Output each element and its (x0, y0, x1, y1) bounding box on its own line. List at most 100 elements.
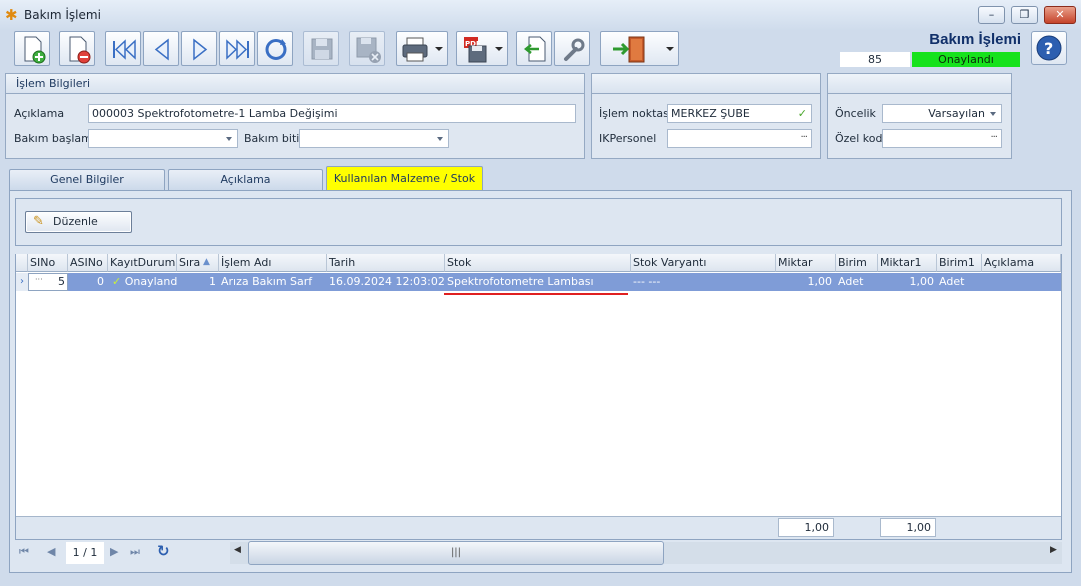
chevron-down-icon[interactable] (437, 137, 443, 141)
column-header-label: Sıra (179, 256, 201, 269)
chevron-down-icon[interactable] (226, 137, 232, 141)
print-icon (402, 37, 428, 62)
page-indicator: 1 / 1 (66, 542, 104, 564)
chevron-down-icon[interactable] (990, 112, 996, 116)
ikpersonel-field[interactable]: ··· (667, 129, 812, 148)
miktar-total: 1,00 (778, 518, 834, 537)
column-header[interactable]: Birim1 (937, 254, 982, 272)
cancel-save-button[interactable] (349, 31, 385, 66)
import-button[interactable] (516, 31, 552, 66)
last-page-icon[interactable]: ⏭ (130, 545, 140, 559)
close-button[interactable]: ✕ (1044, 6, 1076, 24)
column-header[interactable]: Açıklama (982, 254, 1061, 272)
column-header[interactable]: ASINo (68, 254, 108, 272)
previous-record-button[interactable] (143, 31, 179, 66)
first-record-button[interactable] (105, 31, 141, 66)
status-badge: Onaylandı (912, 52, 1020, 67)
highlight-underline (444, 293, 628, 295)
group-header (592, 74, 820, 94)
new-document-icon (24, 36, 46, 64)
duzenle-label: Düzenle (53, 215, 98, 228)
chevron-down-icon[interactable] (435, 47, 443, 51)
ozel-kod-label: Özel kod (835, 132, 883, 145)
delete-record-button[interactable] (59, 31, 95, 66)
previous-record-icon (154, 38, 169, 61)
grid-cell-sira: 1 (209, 275, 216, 288)
help-button[interactable]: ? (1031, 31, 1067, 65)
ozel-kod-field[interactable]: ··· (882, 129, 1002, 148)
refresh-button[interactable] (257, 31, 293, 66)
scroll-left-icon[interactable]: ◀ (234, 545, 241, 555)
duzenle-button[interactable]: ✎ Düzenle (25, 211, 132, 233)
page-title: Bakım İşlemi (929, 31, 1021, 48)
column-header[interactable]: Stok Varyantı (631, 254, 776, 272)
bakim-bitis-field[interactable]: . . : : (299, 129, 449, 148)
check-icon: ✓ (112, 275, 122, 288)
record-number: 85 (840, 52, 910, 67)
new-record-button[interactable] (14, 31, 50, 66)
first-record-icon (113, 39, 136, 60)
grid-indicator-header (16, 254, 28, 272)
group-title: İşlem Bilgileri (6, 74, 584, 94)
ellipsis-icon[interactable]: ··· (990, 130, 997, 146)
ikpersonel-label: IKPersonel (599, 132, 657, 145)
chevron-down-icon[interactable] (666, 47, 674, 51)
last-record-button[interactable] (219, 31, 255, 66)
grid-cell-kayitdurumu: ✓ Onaylandı (110, 273, 177, 291)
next-record-icon (193, 38, 208, 61)
column-header[interactable]: Miktar1 (878, 254, 937, 272)
last-record-icon (226, 39, 249, 60)
grid-cell-aciklama (982, 273, 1060, 291)
exit-button[interactable] (600, 31, 679, 66)
grid-cell-asino: 0 (97, 275, 104, 288)
bakim-baslama-field[interactable]: . . : : (88, 129, 238, 148)
pdf-export-icon: PDF (464, 37, 487, 63)
first-page-icon[interactable]: ⏮ (19, 545, 29, 559)
oncelik-select[interactable]: Varsayılan (882, 104, 1002, 123)
tools-icon (564, 38, 585, 61)
column-header[interactable]: Tarih (327, 254, 445, 272)
edit-icon: ✎ (33, 214, 44, 229)
restore-button[interactable]: ❐ (1011, 6, 1038, 24)
edit-toolbar (15, 198, 1062, 246)
title-bar (0, 0, 1081, 30)
grid-cell-miktar1: 1,00 (909, 275, 935, 288)
window-title: Bakım İşlemi (24, 8, 101, 22)
reload-icon[interactable]: ↻ (157, 542, 170, 560)
row-indicator-icon: › (16, 273, 28, 291)
column-header[interactable]: Miktar (776, 254, 836, 272)
column-header[interactable]: KayıtDurumu (108, 254, 177, 272)
save-icon (311, 38, 333, 60)
tools-button[interactable] (554, 31, 590, 66)
print-button[interactable] (396, 31, 448, 66)
double-check-icon[interactable]: ✓ (798, 105, 807, 122)
scroll-right-icon[interactable]: ▶ (1050, 545, 1057, 555)
butterfly-app-icon: ✱ (5, 6, 18, 24)
column-header[interactable]: SINo (28, 254, 68, 272)
exit-door-icon (613, 36, 645, 63)
islem-noktasi-field[interactable]: MERKEZ ŞUBE ✓ (667, 104, 812, 123)
column-header[interactable]: Birim (836, 254, 878, 272)
islem-noktasi-label: İşlem noktası (599, 107, 672, 120)
pdf-export-button[interactable]: PDF (456, 31, 508, 66)
column-header[interactable]: Stok (445, 254, 631, 272)
grid-cell-sino[interactable]: ··· 5 (28, 273, 68, 291)
minimize-button[interactable]: – (978, 6, 1005, 24)
help-icon: ? (1036, 35, 1062, 61)
ellipsis-icon[interactable]: ··· (800, 130, 807, 146)
islem-noktasi-value: MERKEZ ŞUBE (671, 107, 750, 120)
save-button[interactable] (303, 31, 339, 66)
aciklama-field[interactable]: 000003 Spektrofotometre-1 Lamba Değişimi (88, 104, 576, 123)
tab-aciklama[interactable]: Açıklama (168, 169, 323, 190)
import-icon (523, 36, 546, 62)
scrollbar-thumb[interactable]: ||| (248, 541, 664, 565)
chevron-down-icon[interactable] (495, 47, 503, 51)
previous-page-icon[interactable]: ◀ (47, 545, 55, 558)
column-header-sira[interactable]: Sıra ▲ (177, 254, 219, 272)
next-record-button[interactable] (181, 31, 217, 66)
ellipsis-icon[interactable]: ··· (35, 274, 43, 288)
tab-kullanilan-malzeme-stok[interactable]: Kullanılan Malzeme / Stok (326, 166, 483, 190)
next-page-icon[interactable]: ▶ (110, 545, 118, 558)
column-header[interactable]: İşlem Adı (219, 254, 327, 272)
tab-genel-bilgiler[interactable]: Genel Bilgiler (9, 169, 165, 190)
